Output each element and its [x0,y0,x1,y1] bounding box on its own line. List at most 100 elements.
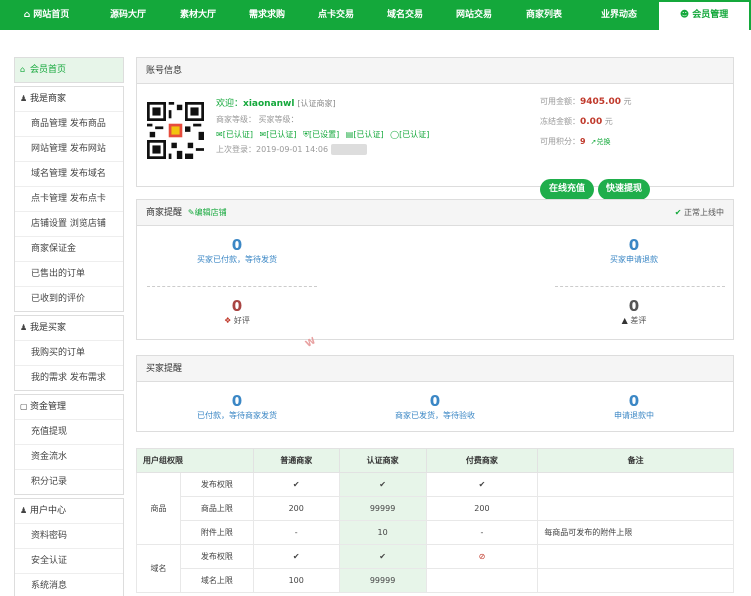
cell-certified: ✔ [338,544,427,569]
sidebar-item[interactable]: 点卡管理 发布点卡 [15,186,123,211]
table-header-row: 用户组权限 普通商家 认证商家 付费商家 备注 [136,448,734,473]
bad-review-icon: ▲ [621,316,628,325]
user-icon: ♟ [20,323,28,332]
blurred-ip [330,144,367,155]
cell-note [537,472,734,497]
sidebar-group-seller: ♟ 我是商家 商品管理 发布商品 网站管理 发布网站 域名管理 发布域名 点卡管理… [14,86,124,312]
table-row: 域名 发布权限 ✔ ✔ ⊘ [136,544,734,593]
recharge-button[interactable]: 在线充值 [540,179,594,200]
sidebar-item[interactable]: 资金流水 [15,444,123,469]
row-label: 发布权限 [179,544,254,569]
sidebar-group-title: ▢ 资金管理 [15,395,123,419]
panel-title: 账号信息 [137,58,733,84]
cell-note [537,544,734,569]
panel-title: 买家提醒 [137,356,733,382]
row-label: 域名上限 [179,568,254,593]
cell-paid [425,568,539,593]
sidebar-item[interactable]: 域名管理 发布域名 [15,161,123,186]
cell-note [537,568,734,593]
table-header: 备注 [537,448,734,473]
sidebar-item[interactable]: 积分记录 [15,469,123,494]
user-icon: ♟ [20,94,28,103]
auth-badges: ✉[已认证] ✉[已认证] ⛨[已设置] ▤[已认证] ◯[已认证] [216,130,430,139]
cart-icon: ▢ [20,402,28,411]
stat-paid-waiting[interactable]: 0 买家已付款，等待发货 [177,236,297,266]
last-login: 上次登录：2019-09-01 14:06 [216,142,433,157]
sidebar-item[interactable]: 我购买的订单 [15,340,123,365]
group-cell: 域名 [136,544,181,593]
exchange-link[interactable]: ➚兑换 [591,138,611,146]
sidebar-home[interactable]: ⌂ 会员首页 [15,58,123,82]
nav-materials[interactable]: 素材大厅 [163,0,233,30]
nav-sellers[interactable]: 商家列表 [509,0,579,30]
group-cell: 商品 [136,472,181,545]
stat-good-reviews[interactable]: 0 ❖ 好评 [207,297,267,327]
row-label: 附件上限 [179,520,254,545]
row-label: 商品上限 [179,496,254,521]
stat-buyer-paid[interactable]: 0 已付款，等待商家发货 [177,392,297,422]
welcome-line: 欢迎：xiaonanwl [认证商家] [216,99,336,109]
sidebar-group-user-center: ♟ 用户中心 资料密码 安全认证 系统消息 [14,498,124,596]
sidebar-item[interactable]: 我的需求 发布需求 [15,365,123,390]
nav-member[interactable]: ☻ 会员管理 [659,0,749,30]
table-header: 付费商家 [425,448,539,473]
nav-domains[interactable]: 域名交易 [371,0,439,30]
stat-refund-request[interactable]: 0 买家申请退款 [574,236,694,266]
table-row: 域名上限 100 99999 [137,568,734,593]
cell-certified: ✔ [338,472,427,497]
sidebar-item[interactable]: 已收到的评价 [15,286,123,311]
cell-note: 每商品可发布的附件上限 [537,520,734,545]
cell-certified: 99999 [338,496,427,521]
home-icon: ⌂ [23,10,31,20]
cell-normal: ✔ [252,544,340,569]
user-icon: ♟ [20,506,28,515]
nav-news[interactable]: 业界动态 [579,0,659,30]
sidebar-item[interactable]: 已售出的订单 [15,261,123,286]
check-icon: ✔ [674,208,682,217]
sidebar-group-title: ♟ 我是商家 [15,87,123,111]
nav-home[interactable]: ⌂ 网站首页 [0,0,93,30]
sidebar-item[interactable]: 充值提现 [15,419,123,444]
sidebar-item[interactable]: 网站管理 发布网站 [15,136,123,161]
phone-icon: ✉ [216,130,223,139]
sidebar-item[interactable]: 资料密码 [15,523,123,548]
shop-status: ✔ 正常上线中 [674,208,724,217]
cell-certified: 10 [338,520,427,545]
stat-bad-reviews[interactable]: 0 ▲ 差评 [604,297,664,327]
username[interactable]: xiaonanwl [243,99,294,109]
sidebar-home-group: ⌂ 会员首页 [14,57,124,83]
sidebar-item[interactable]: 商家保证金 [15,236,123,261]
table-row: 商品上限 200 99999 200 [137,496,734,521]
nav-websites[interactable]: 网站交易 [439,0,509,30]
divider [555,286,725,287]
table-row: 附件上限 - 10 - 每商品可发布的附件上限 [137,520,734,545]
buyer-alert-panel: 买家提醒 0 已付款，等待商家发货 0 商家已发货，等待验收 0 申请退款中 [136,355,734,432]
table-header: 普通商家 [252,448,340,473]
stat-buyer-shipped[interactable]: 0 商家已发货，等待验收 [375,392,495,422]
sidebar-item[interactable]: 系统消息 [15,573,123,596]
sidebar-item[interactable]: 店铺设置 浏览店铺 [15,211,123,236]
pencil-icon: ✎ [187,208,195,217]
nav-source-code[interactable]: 源码大厅 [93,0,163,30]
gift-icon: ❖ [224,316,232,325]
cell-normal: ✔ [252,472,340,497]
nav-cards[interactable]: 点卡交易 [301,0,371,30]
home-icon: ⌂ [20,65,26,74]
withdraw-button[interactable]: 快速提现 [598,179,650,200]
edit-shop-link[interactable]: ✎编辑店铺 [188,208,227,217]
frozen-balance: 冻结金额：0.00 元 [540,117,613,127]
row-label: 发布权限 [179,472,254,497]
users-icon: ☻ [679,10,690,20]
panel-title: 商家提醒 ✎编辑店铺 ✔ 正常上线中 [137,200,733,226]
sidebar-item[interactable]: 安全认证 [15,548,123,573]
cell-certified: 99999 [338,568,427,593]
sidebar-group-title: ♟ 用户中心 [15,499,123,523]
sidebar-item[interactable]: 商品管理 发布商品 [15,111,123,136]
cell-normal: - [252,520,340,545]
stat-buyer-refund[interactable]: 0 申请退款中 [574,392,694,422]
cell-normal: 200 [252,496,340,521]
nav-demands[interactable]: 需求求购 [233,0,301,30]
table-row: 商品 发布权限 ✔ ✔ ✔ [136,472,734,545]
cell-paid: 200 [425,496,539,521]
permissions-table: 用户组权限 普通商家 认证商家 付费商家 备注 商品 发布权限 ✔ ✔ ✔ 商品… [136,448,734,593]
